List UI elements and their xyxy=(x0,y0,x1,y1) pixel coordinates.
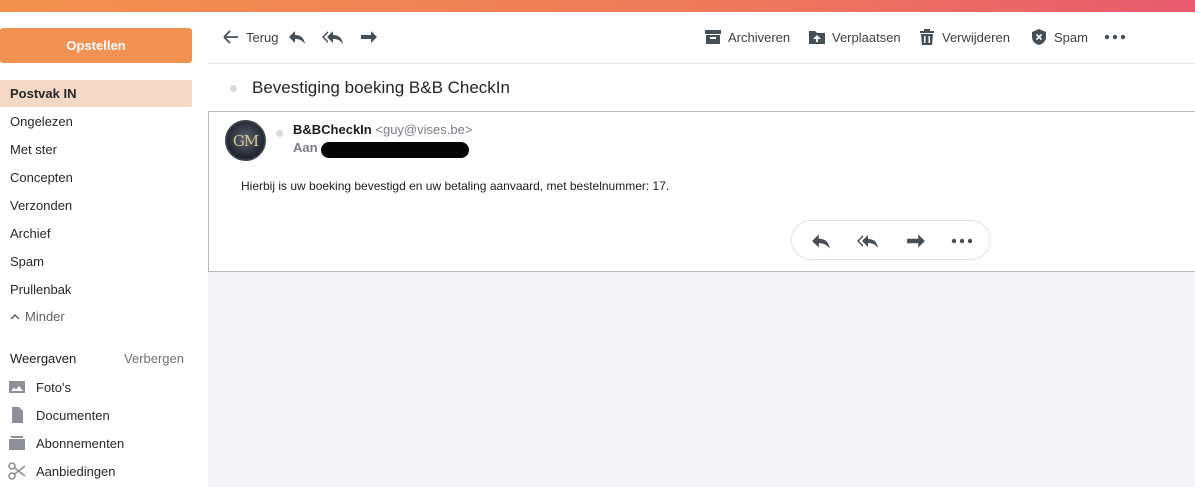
delete-label: Verwijderen xyxy=(942,29,1010,45)
message-body: Hierbij is uw boeking bevestigd en uw be… xyxy=(241,179,670,193)
views-header: Weergaven Verbergen xyxy=(10,351,184,366)
folder-drafts[interactable]: Concepten xyxy=(0,164,192,191)
sidebar: Opstellen Postvak IN Ongelezen Met ster … xyxy=(0,12,208,487)
read-status-dot[interactable] xyxy=(230,85,237,92)
folder-trash[interactable]: Prullenbak xyxy=(0,276,192,303)
reply-all-icon xyxy=(857,235,878,248)
top-accent-bar xyxy=(0,0,1195,12)
arrow-left-icon xyxy=(223,30,238,44)
forward-button[interactable] xyxy=(360,28,378,46)
trash-icon xyxy=(920,29,934,45)
shield-icon xyxy=(1032,29,1046,45)
reply-button[interactable] xyxy=(288,28,306,46)
reply-icon xyxy=(812,234,830,249)
avatar-text: GM xyxy=(232,131,259,150)
more-dots-icon xyxy=(1104,34,1126,40)
folder-starred[interactable]: Met ster xyxy=(0,136,192,163)
folder-inbox[interactable]: Postvak IN xyxy=(0,80,192,107)
move-button[interactable]: Verplaatsen xyxy=(808,28,901,46)
views-title: Weergaven xyxy=(10,351,77,366)
more-dots-icon xyxy=(951,238,973,244)
quick-forward-button[interactable] xyxy=(905,231,927,251)
sender-name[interactable]: B&BCheckIn xyxy=(293,122,372,137)
message-toolbar: Terug Archiveren Verplaatsen Verwijderen… xyxy=(208,12,1195,64)
message-subject: Bevestiging boeking B&B CheckIn xyxy=(252,78,510,97)
archive-button[interactable]: Archiveren xyxy=(704,28,790,46)
folder-spam[interactable]: Spam xyxy=(0,248,192,275)
view-subscriptions-label: Abonnementen xyxy=(36,435,125,451)
quick-more-button[interactable] xyxy=(951,231,973,251)
message-status-dot[interactable] xyxy=(276,130,283,137)
redaction-mark xyxy=(321,142,469,158)
view-offers[interactable]: Aanbiedingen xyxy=(8,462,116,480)
quick-reply-all-button[interactable] xyxy=(857,231,879,251)
view-offers-label: Aanbiedingen xyxy=(36,463,116,479)
view-photos-label: Foto's xyxy=(36,379,71,395)
document-icon xyxy=(12,407,23,423)
image-icon xyxy=(9,381,25,393)
subscriptions-icon xyxy=(9,436,25,450)
folder-unread[interactable]: Ongelezen xyxy=(0,108,192,135)
sender-line: B&BCheckIn <guy@vises.be> xyxy=(293,122,472,137)
recipient-label: Aan xyxy=(293,140,318,155)
quick-reply-button[interactable] xyxy=(810,231,832,251)
delete-button[interactable]: Verwijderen xyxy=(918,28,1010,46)
archive-icon xyxy=(705,30,721,44)
archive-label: Archiveren xyxy=(728,29,791,45)
view-documents-label: Documenten xyxy=(36,407,110,423)
spam-button[interactable]: Spam xyxy=(1030,28,1088,46)
views-hide-link[interactable]: Verbergen xyxy=(124,351,184,366)
show-less-toggle[interactable]: Minder xyxy=(10,309,65,324)
folder-archive[interactable]: Archief xyxy=(0,220,192,247)
show-less-label: Minder xyxy=(25,309,65,324)
chevron-up-icon xyxy=(10,313,20,320)
compose-button[interactable]: Opstellen xyxy=(0,28,192,63)
back-label: Terug xyxy=(246,29,279,45)
folder-sent[interactable]: Verzonden xyxy=(0,192,192,219)
sender-email[interactable]: <guy@vises.be> xyxy=(375,122,472,137)
scissors-icon xyxy=(8,462,26,480)
move-folder-icon xyxy=(809,31,825,44)
forward-icon xyxy=(907,234,925,248)
view-documents[interactable]: Documenten xyxy=(8,406,110,424)
reply-icon xyxy=(289,31,305,44)
move-label: Verplaatsen xyxy=(832,29,901,45)
avatar: GM xyxy=(225,120,266,161)
back-button[interactable]: Terug xyxy=(222,28,279,46)
reply-all-button[interactable] xyxy=(322,28,344,46)
spam-label: Spam xyxy=(1054,29,1088,45)
view-subscriptions[interactable]: Abonnementen xyxy=(8,434,124,452)
more-button[interactable] xyxy=(1104,28,1126,46)
subject-bar: Bevestiging boeking B&B CheckIn xyxy=(208,64,1195,111)
message-card: GM B&BCheckIn <guy@vises.be> Aan Hierbij… xyxy=(208,111,1195,272)
forward-icon xyxy=(361,31,377,43)
reply-all-icon xyxy=(322,31,343,44)
quick-actions-bar xyxy=(791,220,991,260)
view-photos[interactable]: Foto's xyxy=(8,378,71,396)
